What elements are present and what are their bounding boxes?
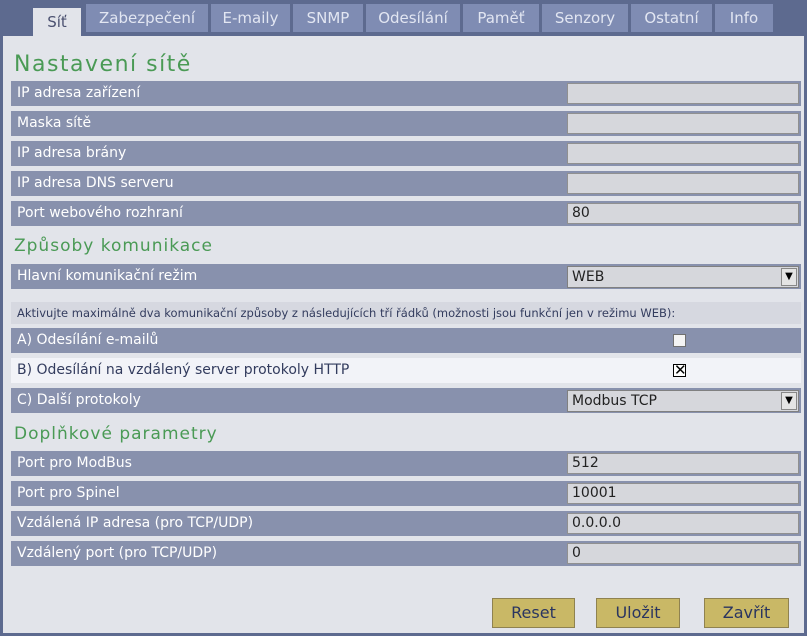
- row-remote-port: Vzdálený port (pro TCP/UDP) 0: [11, 541, 801, 566]
- chevron-down-icon[interactable]: ▼: [781, 268, 797, 286]
- ip-address-input[interactable]: [567, 83, 799, 104]
- gateway-input[interactable]: [567, 143, 799, 164]
- ip-address-label: IP adresa zařízení: [17, 85, 141, 101]
- netmask-label: Maska sítě: [17, 115, 92, 131]
- row-web-port: Port webového rozhraní 80: [11, 201, 801, 226]
- dns-label: IP adresa DNS serveru: [17, 175, 174, 191]
- other-protocols-select[interactable]: Modbus TCP ▼: [567, 390, 799, 412]
- section-title-communication: Způsoby komunikace: [14, 236, 213, 256]
- row-ip-address: IP adresa zařízení: [11, 81, 801, 106]
- row-modbus-port: Port pro ModBus 512: [11, 451, 801, 476]
- settings-panel: Nastavení sítě IP adresa zařízení Maska …: [3, 36, 804, 633]
- row-spinel-port: Port pro Spinel 10001: [11, 481, 801, 506]
- communication-note: Aktivujte maximálně dva komunikační způs…: [11, 302, 801, 324]
- modbus-port-label: Port pro ModBus: [17, 455, 132, 471]
- email-sending-checkbox[interactable]: [673, 334, 686, 347]
- section-title-additional: Doplňkové parametry: [14, 424, 218, 444]
- modbus-port-input[interactable]: 512: [567, 453, 799, 474]
- reset-button[interactable]: Reset: [492, 598, 575, 628]
- http-sending-checkbox[interactable]: ✕: [673, 361, 687, 379]
- tab-bar: Síť Zabezpečení E-maily SNMP Odesílání P…: [0, 0, 807, 38]
- remote-port-input[interactable]: 0: [567, 543, 799, 564]
- row-http-sending: B) Odesílání na vzdálený server protokol…: [11, 358, 801, 383]
- row-email-sending: A) Odesílání e-mailů: [11, 328, 801, 353]
- other-protocols-value: Modbus TCP: [572, 393, 657, 409]
- communication-note-text: Aktivujte maximálně dva komunikační způs…: [17, 306, 676, 320]
- spinel-port-input[interactable]: 10001: [567, 483, 799, 504]
- row-main-mode: Hlavní komunikační režim WEB ▼: [11, 264, 801, 289]
- remote-ip-label: Vzdálená IP adresa (pro TCP/UDP): [17, 515, 254, 531]
- tab-odesilani[interactable]: Odesílání: [366, 4, 460, 32]
- chevron-down-icon[interactable]: ▼: [781, 392, 797, 410]
- tab-zabezpeceni[interactable]: Zabezpečení: [86, 4, 208, 32]
- remote-port-label: Vzdálený port (pro TCP/UDP): [17, 545, 218, 561]
- web-port-input[interactable]: 80: [567, 203, 799, 224]
- page-title: Nastavení sítě: [14, 52, 192, 77]
- main-mode-value: WEB: [572, 269, 605, 285]
- tab-pamet[interactable]: Paměť: [463, 4, 539, 32]
- row-netmask: Maska sítě: [11, 111, 801, 136]
- tab-snmp[interactable]: SNMP: [293, 4, 363, 32]
- main-mode-label: Hlavní komunikační režim: [17, 268, 198, 284]
- close-icon: ✕: [674, 361, 687, 379]
- gateway-label: IP adresa brány: [17, 145, 127, 161]
- tab-emaily[interactable]: E-maily: [211, 4, 290, 32]
- dns-input[interactable]: [567, 173, 799, 194]
- web-port-label: Port webového rozhraní: [17, 205, 183, 221]
- spinel-port-label: Port pro Spinel: [17, 485, 120, 501]
- save-button[interactable]: Uložit: [596, 598, 680, 628]
- netmask-input[interactable]: [567, 113, 799, 134]
- http-sending-label: B) Odesílání na vzdálený server protokol…: [17, 362, 350, 378]
- main-mode-select[interactable]: WEB ▼: [567, 266, 799, 288]
- row-remote-ip: Vzdálená IP adresa (pro TCP/UDP) 0.0.0.0: [11, 511, 801, 536]
- tab-info[interactable]: Info: [715, 4, 773, 32]
- close-button[interactable]: Zavřít: [704, 598, 789, 628]
- row-gateway: IP adresa brány: [11, 141, 801, 166]
- tab-ostatni[interactable]: Ostatní: [631, 4, 712, 32]
- tab-senzory[interactable]: Senzory: [542, 4, 628, 32]
- row-other-protocols: C) Další protokoly Modbus TCP ▼: [11, 388, 801, 413]
- email-sending-label: A) Odesílání e-mailů: [17, 332, 159, 348]
- row-dns: IP adresa DNS serveru: [11, 171, 801, 196]
- other-protocols-label: C) Další protokoly: [17, 392, 141, 408]
- tab-sit[interactable]: Síť: [33, 8, 81, 38]
- remote-ip-input[interactable]: 0.0.0.0: [567, 513, 799, 534]
